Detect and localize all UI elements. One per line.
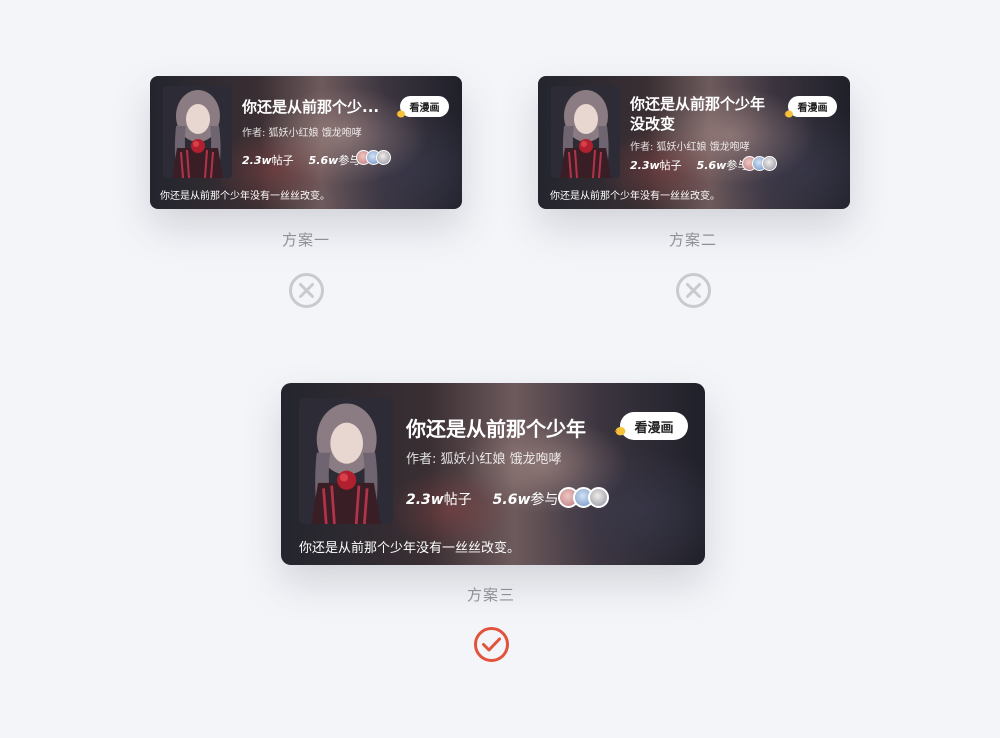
comic-description: 你还是从前那个少年没有一丝丝改变。 bbox=[160, 191, 330, 202]
read-comic-button[interactable]: 看漫画 bbox=[400, 96, 449, 117]
comic-card-option-2[interactable]: 你还是从前那个少年 没改变 看漫画 作者: 狐妖小红娘 饿龙咆哮 2.3w帖子 … bbox=[538, 76, 850, 209]
comic-title-line-1: 你还是从前那个少年 bbox=[630, 95, 766, 113]
posts-count: 2.3w bbox=[242, 154, 272, 167]
comic-stats: 2.3w帖子 5.6w参与 bbox=[242, 152, 360, 168]
comic-cover-image bbox=[299, 398, 393, 524]
comic-author: 作者: 狐妖小红娘 饿龙咆哮 bbox=[630, 142, 750, 153]
comic-card-option-3[interactable]: 你还是从前那个少年 看漫画 作者: 狐妖小红娘 饿龙咆哮 2.3w帖子 5.6w… bbox=[281, 383, 705, 565]
option-label: 方案一 bbox=[282, 231, 331, 249]
join-count: 5.6w bbox=[696, 159, 727, 172]
girl-with-rose-illustration bbox=[551, 86, 620, 178]
comic-title: 你还是从前那个少年 bbox=[406, 417, 586, 441]
comic-stats: 2.3w帖子 5.6w参与 bbox=[630, 157, 748, 173]
comic-description: 你还是从前那个少年没有一丝丝改变。 bbox=[299, 541, 521, 556]
option-label: 方案二 bbox=[669, 231, 718, 249]
posts-unit: 帖子 bbox=[443, 492, 472, 508]
comic-stats: 2.3w帖子 5.6w参与 bbox=[406, 489, 558, 509]
participant-avatars[interactable] bbox=[742, 156, 777, 171]
avatar bbox=[762, 156, 777, 171]
join-count: 5.6w bbox=[308, 154, 339, 167]
girl-with-rose-illustration bbox=[163, 86, 232, 178]
comic-cover-image bbox=[551, 86, 620, 178]
comic-title-line-2: 没改变 bbox=[630, 115, 676, 133]
comic-title: 你还是从前那个少... bbox=[242, 98, 380, 116]
avatar bbox=[588, 487, 609, 508]
avatar bbox=[376, 150, 391, 165]
participant-avatars[interactable] bbox=[356, 150, 391, 165]
participant-avatars[interactable] bbox=[558, 487, 609, 508]
read-comic-button-label: 看漫画 bbox=[797, 103, 828, 114]
read-comic-button-label: 看漫画 bbox=[634, 420, 674, 436]
close-circle-icon bbox=[675, 272, 712, 313]
read-comic-button[interactable]: 看漫画 bbox=[788, 96, 837, 117]
comic-description: 你还是从前那个少年没有一丝丝改变。 bbox=[550, 191, 720, 202]
posts-unit: 帖子 bbox=[271, 154, 294, 167]
read-comic-button[interactable]: 看漫画 bbox=[620, 412, 688, 440]
posts-unit: 帖子 bbox=[659, 159, 682, 172]
posts-count: 2.3w bbox=[406, 492, 444, 508]
posts-count: 2.3w bbox=[630, 159, 660, 172]
close-circle-icon bbox=[288, 272, 325, 313]
check-circle-icon bbox=[473, 626, 510, 667]
comic-author: 作者: 狐妖小红娘 饿龙咆哮 bbox=[242, 128, 362, 139]
comic-author: 作者: 狐妖小红娘 饿龙咆哮 bbox=[406, 452, 562, 467]
option-label: 方案三 bbox=[467, 586, 516, 604]
girl-with-rose-illustration bbox=[299, 398, 393, 524]
comic-cover-image bbox=[163, 86, 232, 178]
join-count: 5.6w bbox=[492, 492, 531, 508]
join-unit: 参与 bbox=[530, 492, 559, 508]
comic-card-option-1[interactable]: 你还是从前那个少... 看漫画 作者: 狐妖小红娘 饿龙咆哮 2.3w帖子 5.… bbox=[150, 76, 462, 209]
read-comic-button-label: 看漫画 bbox=[409, 103, 440, 114]
